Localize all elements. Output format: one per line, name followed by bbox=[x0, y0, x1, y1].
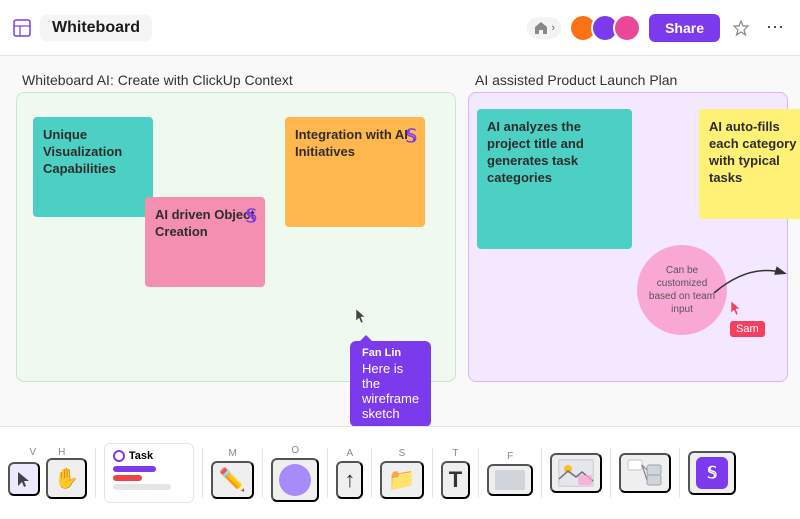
circle-tool[interactable] bbox=[271, 458, 319, 502]
left-section-label: Whiteboard AI: Create with ClickUp Conte… bbox=[22, 72, 293, 88]
cursor-sam-label: Sam bbox=[730, 321, 765, 337]
toolbar: V H ✋ Task M bbox=[0, 426, 800, 519]
task-bar-red bbox=[113, 475, 142, 481]
sticky-note-1[interactable]: Unique Visualization Capabilities bbox=[33, 117, 153, 217]
task-card-header: Task bbox=[113, 450, 185, 462]
toolbar-shape-group: F bbox=[487, 451, 533, 496]
o-label: O bbox=[291, 445, 299, 456]
divider-2 bbox=[202, 448, 203, 498]
whiteboard-icon bbox=[12, 18, 32, 38]
share-button[interactable]: Share bbox=[649, 14, 720, 42]
header-right: › Share ⋯ bbox=[527, 13, 788, 42]
folder-icon: 📁 bbox=[388, 467, 415, 493]
toolbar-task-group: Task bbox=[104, 443, 194, 503]
task-bar-purple bbox=[113, 466, 156, 472]
cursor-sam: Sam bbox=[730, 300, 742, 321]
sticky-note-5[interactable]: 𝕊 AI auto-fills each category with typic… bbox=[699, 109, 800, 219]
toolbar-vh-group: V H ✋ bbox=[8, 447, 87, 499]
avatar-group bbox=[569, 14, 641, 42]
more-button[interactable]: ⋯ bbox=[762, 13, 788, 42]
f-label: F bbox=[507, 451, 513, 462]
cursor-sam-icon bbox=[730, 300, 742, 316]
divider-5 bbox=[371, 448, 372, 498]
image-icon bbox=[558, 459, 594, 487]
circle-shape-icon bbox=[279, 464, 311, 496]
m-label: M bbox=[228, 448, 236, 459]
pen-icon: ✏️ bbox=[219, 467, 246, 493]
header: Whiteboard › Share ⋯ bbox=[0, 0, 800, 56]
folder-tool[interactable]: 📁 bbox=[380, 461, 423, 499]
divider-1 bbox=[95, 448, 96, 498]
star-icon bbox=[732, 19, 750, 37]
page-title: Whiteboard bbox=[40, 15, 152, 41]
toolbar-circle-group: O bbox=[271, 445, 319, 502]
toolbar-h-label: H bbox=[58, 447, 65, 458]
divider-4 bbox=[327, 448, 328, 498]
arrow-icon: ↑ bbox=[344, 467, 355, 493]
task-bar-gray bbox=[113, 484, 171, 490]
home-icon bbox=[533, 20, 549, 36]
sticky-text-2: AI driven Object Creation bbox=[155, 207, 255, 239]
circle-text: Can be customized based on team input bbox=[647, 264, 717, 316]
task-label: Task bbox=[129, 450, 153, 462]
chat-text: Here is the wireframe sketch bbox=[362, 361, 419, 421]
right-section-label: AI assisted Product Launch Plan bbox=[475, 72, 677, 88]
pen-tool[interactable]: ✏️ bbox=[211, 461, 254, 499]
arrow-tool[interactable]: ↑ bbox=[336, 461, 363, 499]
task-check-icon bbox=[113, 450, 125, 462]
divider-7 bbox=[478, 448, 479, 498]
ai-icon-3: 𝕊 bbox=[406, 125, 417, 148]
toolbar-folder-group: S 📁 bbox=[380, 448, 423, 499]
sticky-text-1: Unique Visualization Capabilities bbox=[43, 127, 122, 176]
ai-icon-2: 𝕊 bbox=[246, 205, 257, 228]
t-label: T bbox=[452, 448, 458, 459]
connect-tool[interactable] bbox=[619, 453, 671, 493]
left-board: Unique Visualization Capabilities 𝕊 AI d… bbox=[16, 92, 456, 382]
star-button[interactable] bbox=[728, 15, 754, 41]
sticky-note-2[interactable]: 𝕊 AI driven Object Creation bbox=[145, 197, 265, 287]
right-board: AI analyzes the project title and genera… bbox=[468, 92, 788, 382]
breadcrumb-arrow: › bbox=[551, 22, 555, 34]
toolbar-v-label: V bbox=[30, 447, 37, 458]
connect-icon bbox=[627, 459, 663, 487]
arrow-connector bbox=[709, 253, 789, 303]
avatar-3 bbox=[613, 14, 641, 42]
toolbar-arrow-group: A ↑ bbox=[336, 448, 363, 499]
chat-name: Fan Lin bbox=[362, 347, 419, 359]
cursor-1 bbox=[355, 308, 367, 329]
sticky-text-5: AI auto-fills each category with typical… bbox=[709, 119, 796, 185]
s-label: S bbox=[399, 448, 406, 459]
breadcrumb-nav: › bbox=[527, 17, 561, 39]
chat-bubble: Fan Lin Here is the wireframe sketch bbox=[350, 341, 431, 426]
sticky-note-4[interactable]: AI analyzes the project title and genera… bbox=[477, 109, 632, 249]
canvas[interactable]: Whiteboard AI: Create with ClickUp Conte… bbox=[0, 56, 800, 426]
toolbar-pen-group: M ✏️ bbox=[211, 448, 254, 499]
sticky-text-3: Integration with AI Initiatives bbox=[295, 127, 408, 159]
divider-6 bbox=[432, 448, 433, 498]
app-tool[interactable]: 𝕊 bbox=[688, 451, 736, 495]
header-left: Whiteboard bbox=[12, 15, 152, 41]
cursor-arrow-icon bbox=[355, 308, 367, 324]
toolbar-text-group: T T bbox=[441, 448, 470, 499]
a-label: A bbox=[346, 448, 353, 459]
shape-tool[interactable] bbox=[487, 464, 533, 496]
divider-9 bbox=[610, 448, 611, 498]
sticky-text-4: AI analyzes the project title and genera… bbox=[487, 119, 584, 185]
text-tool[interactable]: T bbox=[441, 461, 470, 499]
hand-tool[interactable]: ✋ bbox=[46, 458, 87, 499]
shape-icon bbox=[495, 470, 525, 490]
cursor-tool-icon bbox=[16, 470, 32, 488]
divider-10 bbox=[679, 448, 680, 498]
task-card[interactable]: Task bbox=[104, 443, 194, 503]
image-tool[interactable] bbox=[550, 453, 602, 493]
divider-3 bbox=[262, 448, 263, 498]
select-tool[interactable] bbox=[8, 462, 40, 496]
more-icon: ⋯ bbox=[766, 17, 784, 38]
sticky-note-3[interactable]: 𝕊 Integration with AI Initiatives bbox=[285, 117, 425, 227]
text-icon: T bbox=[449, 467, 462, 493]
hand-icon: ✋ bbox=[54, 466, 79, 491]
divider-8 bbox=[541, 448, 542, 498]
app-icon: 𝕊 bbox=[696, 457, 728, 489]
